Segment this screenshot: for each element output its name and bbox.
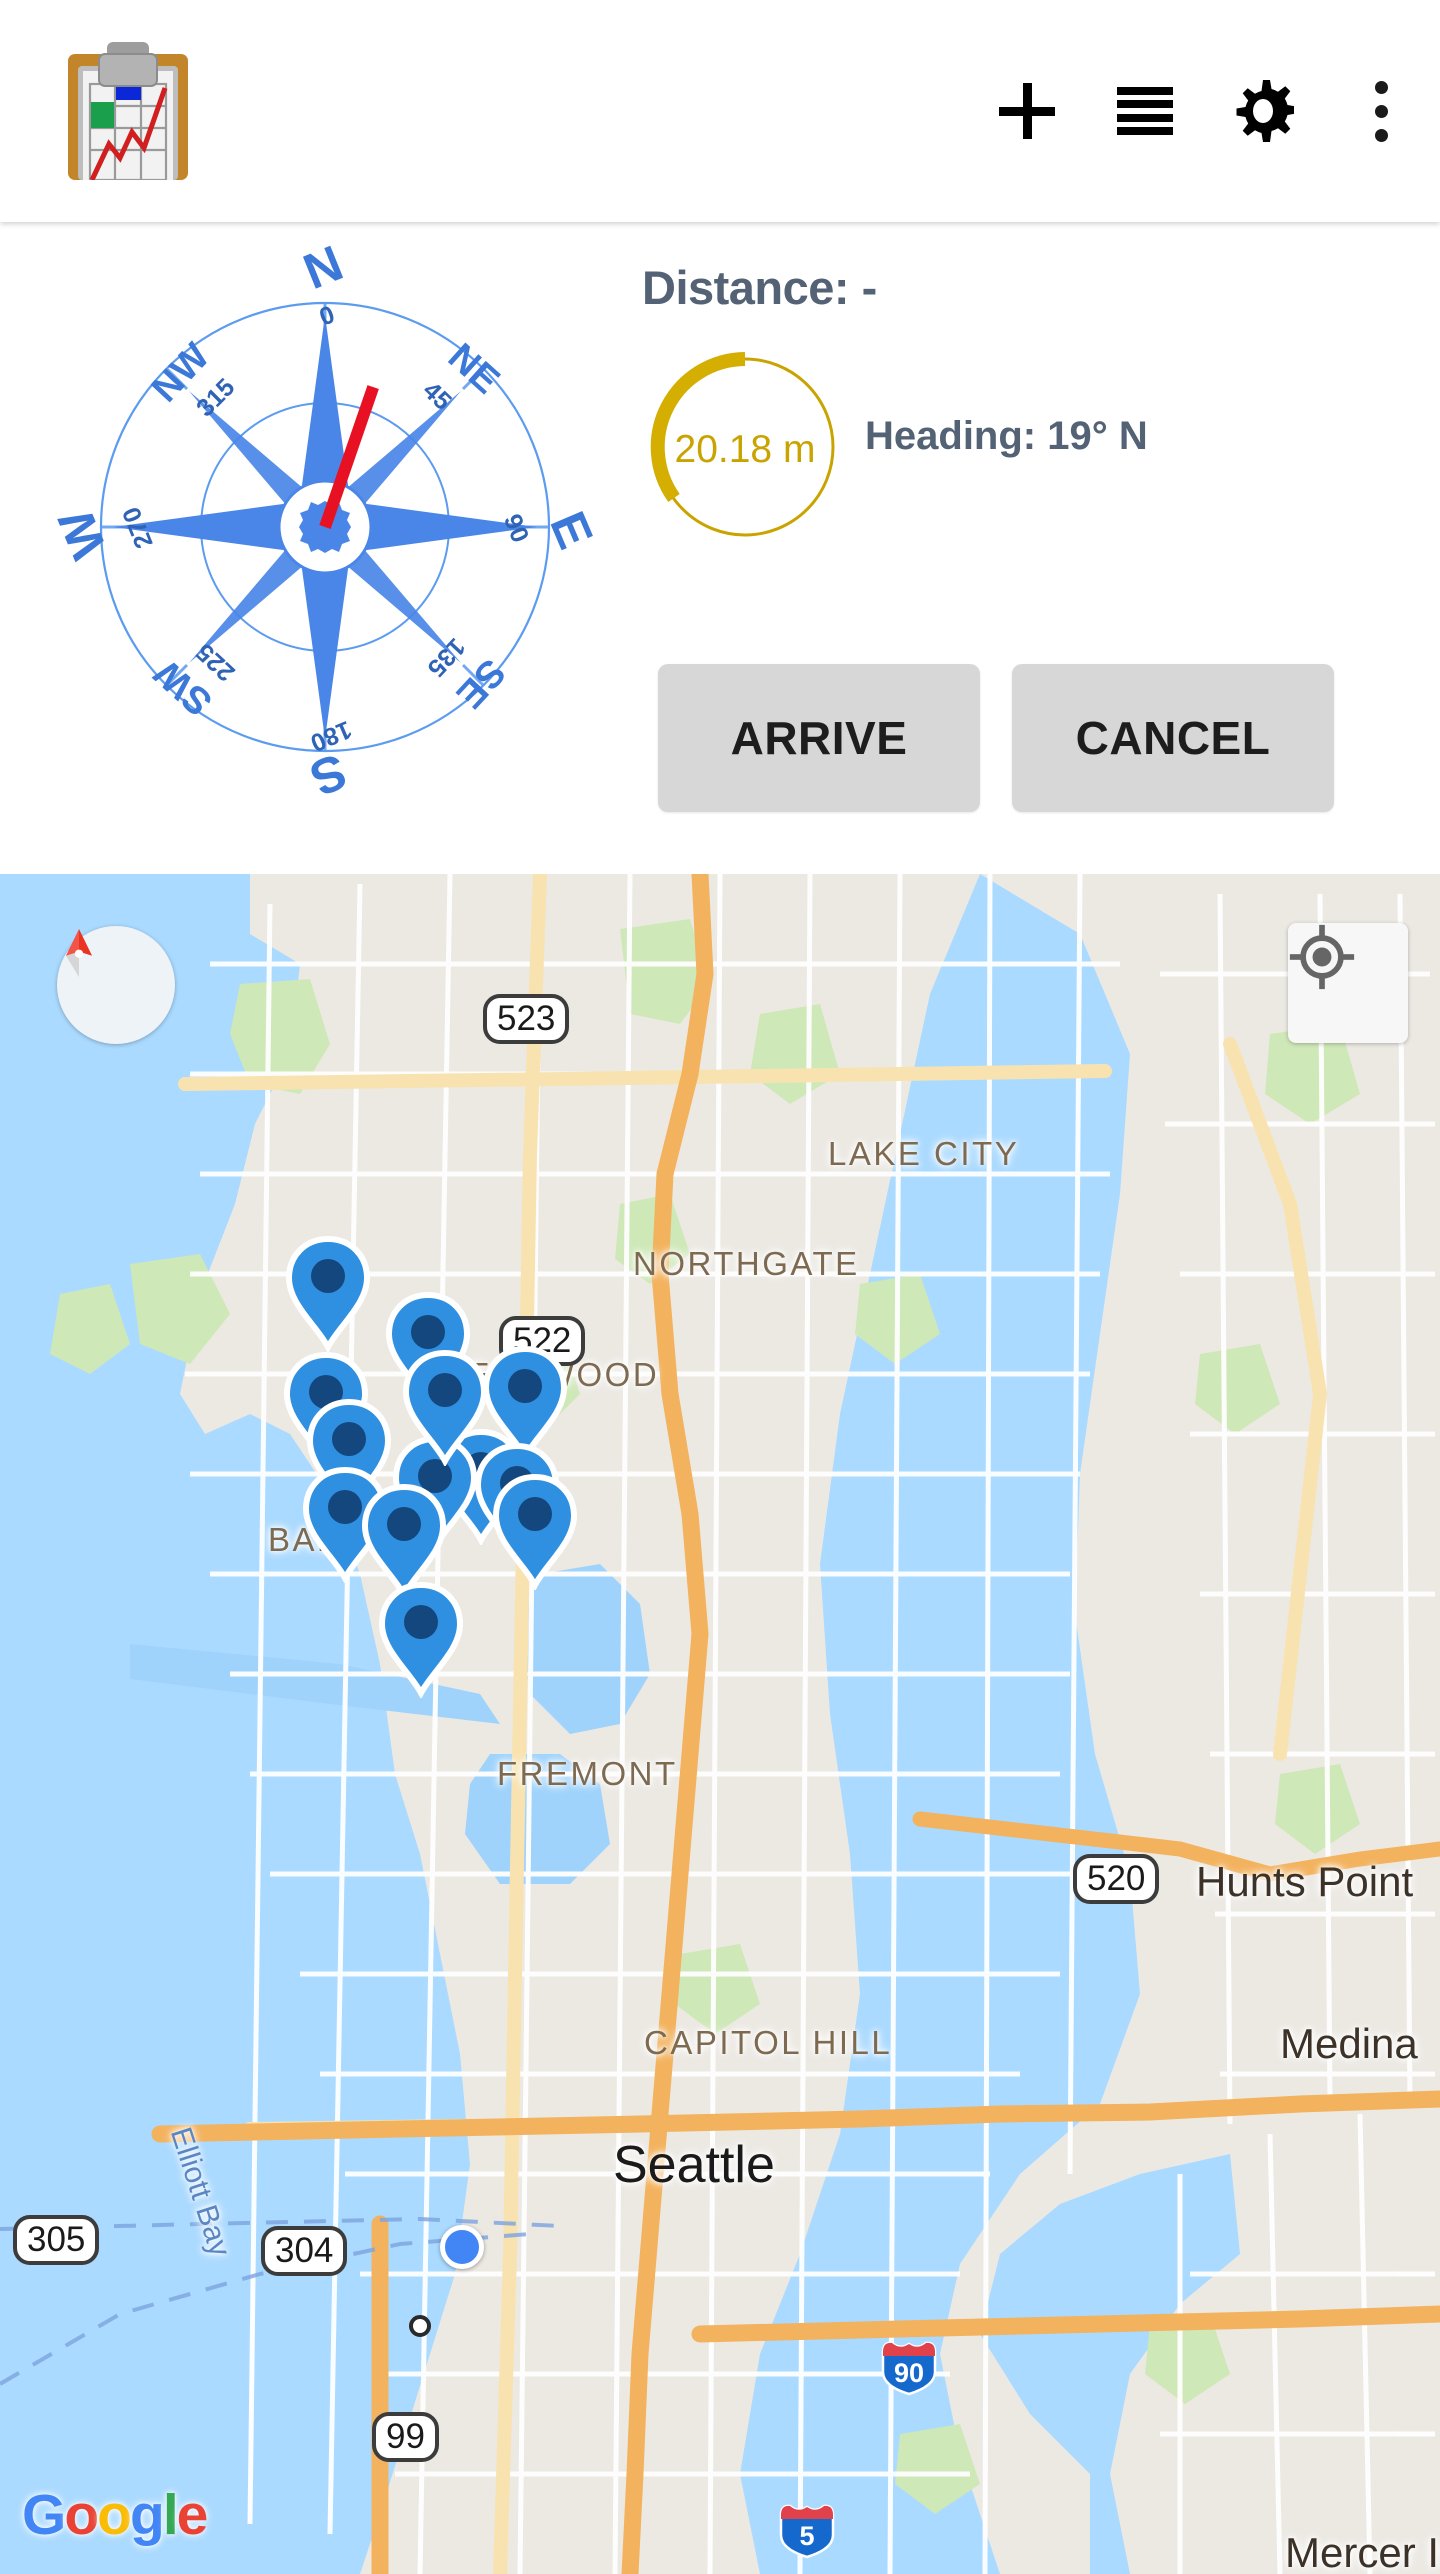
map-marker[interactable] — [400, 1348, 490, 1466]
route-shield: 520 — [1073, 1854, 1160, 1904]
route-shield: 99 — [372, 2412, 439, 2462]
cancel-button[interactable]: CANCEL — [1012, 664, 1334, 812]
city-point-marker — [409, 2315, 431, 2337]
compass-deg-90: 90 — [498, 510, 534, 546]
add-icon — [999, 83, 1055, 139]
map-marker[interactable] — [490, 1472, 580, 1590]
compass-label-n: N — [296, 244, 350, 300]
compass-deg-270: 270 — [117, 503, 159, 552]
settings-button[interactable] — [1204, 0, 1322, 222]
compass-label-w: W — [55, 501, 117, 567]
compass-rose: N NE E SE S SW W NW 0 45 90 135 180 225 — [47, 235, 604, 807]
app-root: N NE E SE S SW W NW 0 45 90 135 180 225 — [0, 0, 1440, 2574]
app-bar-actions — [968, 0, 1440, 222]
user-location-dot — [440, 2225, 484, 2269]
google-logo[interactable]: Google — [22, 2482, 208, 2548]
navigation-readouts: Distance: - 20.18 m Heading: 19° N ARRIV… — [640, 222, 1440, 874]
interstate-shield: 90 — [878, 2334, 940, 2396]
settings-gear-icon — [1232, 80, 1297, 142]
svg-text:5: 5 — [799, 2521, 814, 2551]
map-view[interactable]: LAKE CITYNORTHGATEGREENWOODBALLARDFREMON… — [0, 874, 1440, 2574]
my-location-button[interactable] — [1288, 923, 1408, 1043]
interstate-shield: 5 — [776, 2497, 838, 2559]
list-menu-icon — [1117, 87, 1173, 135]
overflow-menu-button[interactable] — [1322, 0, 1440, 222]
map-label: CAPITOL HILL — [644, 2024, 893, 2061]
svg-text:90: 90 — [894, 2358, 924, 2388]
map-label: Hunts Point — [1196, 1858, 1414, 1905]
map-label: LAKE CITY — [828, 1135, 1020, 1172]
route-shield: 305 — [13, 2215, 100, 2265]
route-shield: 523 — [483, 994, 570, 1044]
compass-deg-0: 0 — [316, 300, 339, 331]
distance-readout: Distance: - — [642, 261, 877, 314]
map-label: Mercer Is — [1285, 2529, 1440, 2574]
map-marker[interactable] — [283, 1234, 373, 1352]
map-canvas — [0, 874, 1440, 2574]
add-button[interactable] — [968, 0, 1086, 222]
list-menu-button[interactable] — [1086, 0, 1204, 222]
clipboard-chart-icon[interactable] — [62, 40, 194, 182]
action-buttons: ARRIVE CANCEL — [658, 664, 1334, 812]
overflow-menu-icon — [1374, 80, 1388, 142]
navigation-info-panel: N NE E SE S SW W NW 0 45 90 135 180 225 — [0, 222, 1440, 874]
heading-readout: Heading: 19° N — [865, 414, 1148, 458]
route-shield: 304 — [261, 2226, 348, 2276]
map-compass-button[interactable] — [57, 926, 175, 1044]
map-label: Medina — [1280, 2020, 1418, 2067]
compass-deg-45: 45 — [417, 376, 457, 416]
map-label: Seattle — [613, 2136, 775, 2194]
map-label: FREMONT — [497, 1755, 678, 1792]
app-bar — [0, 0, 1440, 222]
gauge-distance-value: 20.18 m — [674, 428, 816, 471]
arrive-button[interactable]: ARRIVE — [658, 664, 980, 812]
map-marker[interactable] — [376, 1580, 466, 1698]
map-label: NORTHGATE — [633, 1245, 860, 1282]
